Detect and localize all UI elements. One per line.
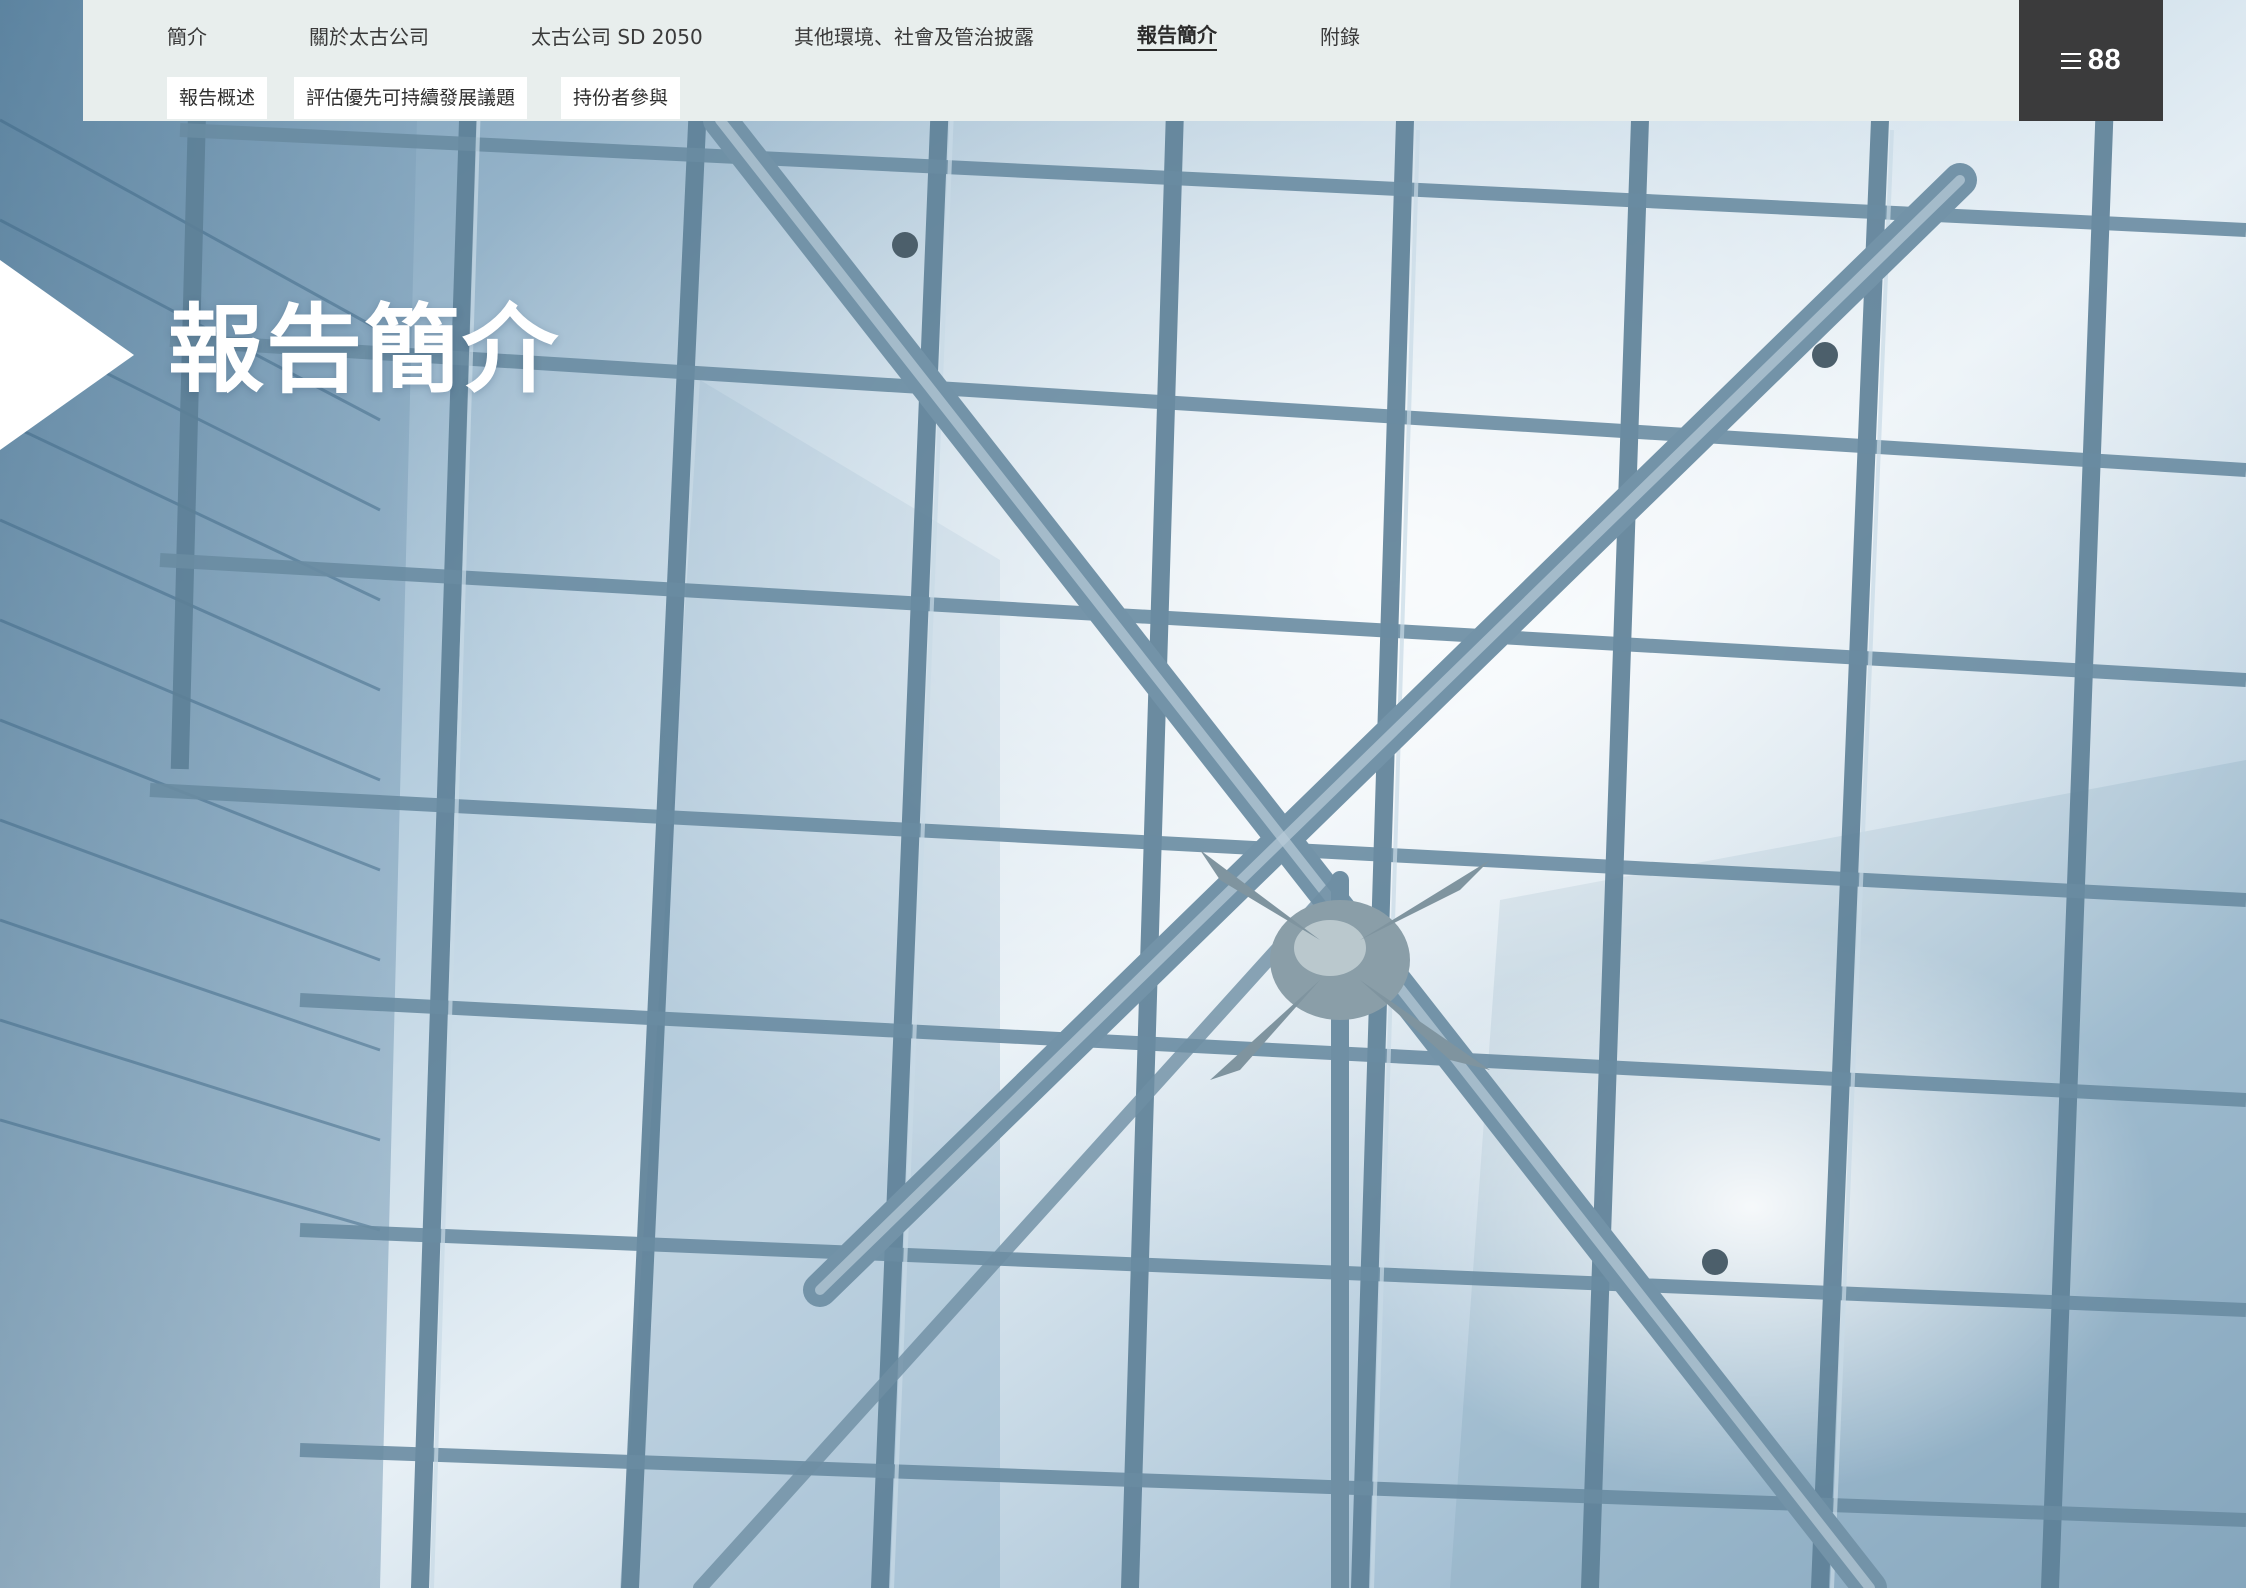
nav-item-intro[interactable]: 簡介: [167, 22, 207, 52]
nav-item-other-esg-disclosures[interactable]: 其他環境、社會及管治披露: [794, 22, 1034, 52]
nav-item-appendix[interactable]: 附錄: [1320, 22, 1360, 52]
tab-report-overview[interactable]: 報告概述: [167, 77, 268, 119]
hamburger-menu-icon: [2060, 48, 2081, 74]
nav-item-sd2050[interactable]: 太古公司 SD 2050: [531, 22, 703, 52]
section-arrow-marker: [0, 260, 134, 450]
page-title: 報告簡介: [168, 294, 560, 406]
tab-stakeholder-engagement[interactable]: 持份者參與: [561, 77, 681, 119]
menu-page-button[interactable]: 88: [2019, 0, 2163, 121]
report-page: 簡介 關於太古公司 太古公司 SD 2050 其他環境、社會及管治披露 報告簡介…: [0, 0, 2246, 1588]
tab-material-issues[interactable]: 評估優先可持續發展議題: [294, 77, 528, 119]
nav-item-about-report[interactable]: 報告簡介: [1137, 22, 1217, 51]
nav-item-about-swire[interactable]: 關於太古公司: [309, 22, 429, 52]
page-number: 88: [2087, 44, 2122, 76]
hero-background-image: [0, 0, 2246, 1588]
